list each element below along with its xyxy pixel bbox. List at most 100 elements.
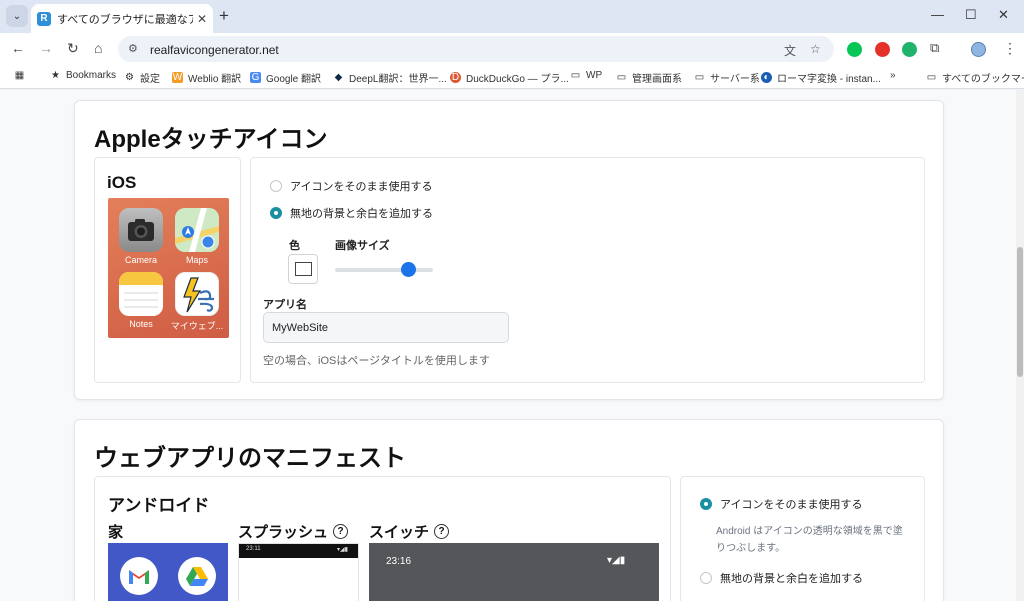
help-icon[interactable]: ? bbox=[333, 524, 349, 539]
home-label: 家 bbox=[108, 524, 124, 541]
android-preview-panel: アンドロイド 家 スプラッシュ? スイッチ? 23:11 ▾◢▮ 23:16 ▾… bbox=[94, 476, 671, 601]
apps-icon[interactable]: ▦ bbox=[14, 70, 30, 81]
radio-button-selected[interactable] bbox=[270, 207, 282, 219]
back-icon[interactable]: ← bbox=[11, 40, 25, 56]
color-picker[interactable] bbox=[288, 254, 318, 284]
address-bar[interactable]: ⚙ realfavicongenerator.net 文 ☆ bbox=[118, 36, 834, 62]
android-home-preview bbox=[108, 543, 228, 601]
extensions-icon[interactable]: ⧉ bbox=[930, 40, 939, 56]
radio-button[interactable] bbox=[700, 572, 712, 584]
color-swatch bbox=[295, 262, 312, 276]
android-settings-panel: アイコンをそのまま使用する Android はアイコンの透明な領域を黒で塗りつぶ… bbox=[680, 476, 925, 601]
minimize-icon[interactable]: — bbox=[931, 7, 944, 22]
url-text: realfavicongenerator.net bbox=[150, 43, 279, 57]
camera-app-icon bbox=[119, 208, 163, 252]
bookmark-item[interactable]: ★ Bookmarks bbox=[50, 70, 116, 81]
radio-button[interactable] bbox=[270, 180, 282, 192]
bookmark-item[interactable]: ⚙ 設定 bbox=[124, 70, 160, 85]
color-label: 色 bbox=[289, 240, 300, 252]
duckduckgo-icon: D bbox=[450, 72, 461, 83]
folder-icon: ▭ bbox=[570, 70, 581, 81]
android-splash-preview: 23:11 ▾◢▮ bbox=[238, 543, 359, 601]
bookmark-star-icon[interactable]: ☆ bbox=[810, 42, 821, 56]
gear-icon: ⚙ bbox=[125, 72, 134, 83]
maximize-icon[interactable]: ☐ bbox=[965, 7, 977, 23]
browser-toolbar: ← → ↻ ⌂ ⚙ realfavicongenerator.net 文 ☆ ⧉… bbox=[0, 33, 1024, 65]
app-name-input[interactable] bbox=[263, 312, 509, 343]
bookmark-folder[interactable]: ▭ サーバー系 bbox=[694, 70, 760, 85]
app-name-label: アプリ名 bbox=[263, 299, 307, 311]
app-label: マイウェブ... bbox=[170, 321, 224, 331]
all-bookmarks-folder[interactable]: ▭すべてのブックマーク bbox=[926, 70, 1024, 85]
bookmark-item[interactable]: W Weblio 翻訳 bbox=[172, 70, 241, 85]
site-info-icon[interactable]: ⚙ bbox=[128, 42, 138, 55]
folder-icon: ▭ bbox=[694, 72, 705, 83]
scrollbar-thumb[interactable] bbox=[1017, 247, 1023, 377]
profile-avatar[interactable] bbox=[971, 42, 986, 57]
bookmark-item[interactable]: ◐ ローマ字変換 - instan... bbox=[761, 70, 881, 85]
slider-handle[interactable] bbox=[401, 262, 416, 277]
ios-home-screen: Camera Maps Notes マイウェブ... bbox=[108, 198, 229, 338]
green-extension-icon[interactable] bbox=[902, 42, 917, 57]
option-keep-icon[interactable]: アイコンをそのまま使用する bbox=[700, 496, 862, 512]
status-time: 23:16 bbox=[386, 556, 412, 567]
bookmarks-bar: ▦ ★ Bookmarks ⚙ 設定 W Weblio 翻訳 G Google 翻訳 ◆… bbox=[0, 65, 1024, 89]
tab-search-button[interactable]: ⌄ bbox=[6, 5, 28, 27]
app-label: Notes bbox=[129, 319, 153, 329]
favicon-icon: R bbox=[37, 11, 51, 26]
help-icon[interactable]: ? bbox=[434, 524, 450, 539]
star-icon: ★ bbox=[51, 70, 60, 81]
status-icons: ▾◢▮ bbox=[607, 555, 626, 566]
section-title: Appleタッチアイコン bbox=[94, 126, 328, 153]
ios-title: iOS bbox=[107, 173, 137, 192]
page-scrollbar[interactable] bbox=[1016, 90, 1024, 601]
apple-settings-panel: アイコンをそのまま使用する 無地の背景と余白を追加する 色 画像サイズ アプリ名… bbox=[250, 157, 925, 383]
reload-icon[interactable]: ↻ bbox=[67, 40, 79, 57]
radio-button-selected[interactable] bbox=[700, 498, 712, 510]
folder-icon: ▭ bbox=[926, 72, 937, 83]
status-icons: ▾◢▮ bbox=[337, 547, 348, 553]
ios-preview-panel: iOS Camera Maps Notes マイウェブ... bbox=[94, 157, 241, 383]
bookmark-item[interactable]: G Google 翻訳 bbox=[250, 70, 321, 85]
menu-icon[interactable]: ⋮ bbox=[1003, 40, 1017, 57]
red-extension-icon[interactable] bbox=[875, 42, 890, 57]
google-translate-icon: G bbox=[250, 72, 261, 83]
status-time: 23:11 bbox=[246, 546, 261, 552]
deepl-icon: ◆ bbox=[334, 72, 343, 83]
image-size-label: 画像サイズ bbox=[335, 240, 390, 252]
line-extension-icon[interactable] bbox=[847, 42, 862, 57]
bookmark-folder[interactable]: ▭ 管理画面系 bbox=[616, 70, 682, 85]
bookmark-folder[interactable]: ▭ WP bbox=[570, 70, 602, 81]
notes-app-icon bbox=[119, 272, 163, 316]
option-keep-icon[interactable]: アイコンをそのまま使用する bbox=[270, 178, 432, 194]
active-tab[interactable]: R すべてのブラウザに最適なアイコンを... ✕ bbox=[31, 4, 213, 33]
home-icon[interactable]: ⌂ bbox=[94, 40, 102, 56]
bookmark-item[interactable]: ◆ DeepL翻訳：世界一... bbox=[333, 70, 447, 85]
tab-title: すべてのブラウザに最適なアイコンを... bbox=[57, 13, 193, 26]
keep-icon-note: Android はアイコンの透明な領域を黒で塗りつぶします。 bbox=[716, 526, 903, 554]
option-add-background[interactable]: 無地の背景と余白を追加する bbox=[700, 570, 863, 586]
app-label: Maps bbox=[185, 255, 208, 265]
close-window-icon[interactable]: ✕ bbox=[998, 7, 1009, 23]
section-title: ウェブアプリのマニフェスト bbox=[94, 445, 406, 472]
forward-icon[interactable]: → bbox=[39, 40, 53, 56]
image-size-slider[interactable] bbox=[335, 268, 433, 272]
close-tab-icon[interactable]: ✕ bbox=[197, 12, 207, 26]
web-manifest-card: ウェブアプリのマニフェスト アンドロイド 家 スプラッシュ? スイッチ? 23:… bbox=[74, 419, 944, 601]
new-tab-button[interactable]: + bbox=[219, 6, 229, 26]
page-content: Appleタッチアイコン iOS Camera Maps Notes マイウェブ… bbox=[0, 90, 1016, 601]
my-website-app-icon bbox=[175, 272, 219, 316]
tab-bar: ⌄ R すべてのブラウザに最適なアイコンを... ✕ + — ☐ ✕ bbox=[0, 0, 1024, 33]
switch-label: スイッチ? bbox=[369, 521, 450, 542]
option-add-background[interactable]: 無地の背景と余白を追加する bbox=[270, 205, 433, 221]
android-switch-preview: 23:16 ▾◢▮ bbox=[369, 543, 659, 601]
translate-icon[interactable]: 文 bbox=[784, 42, 796, 59]
google-drive-icon bbox=[178, 557, 216, 595]
more-bookmarks-icon[interactable]: » bbox=[890, 70, 896, 81]
gmail-app-icon bbox=[120, 557, 158, 595]
maps-app-icon bbox=[175, 208, 219, 252]
bookmark-item[interactable]: D DuckDuckGo — プラ... bbox=[450, 70, 569, 85]
weblio-icon: W bbox=[172, 72, 183, 83]
folder-icon: ▭ bbox=[616, 72, 627, 83]
apple-touch-icon-card: Appleタッチアイコン iOS Camera Maps Notes マイウェブ… bbox=[74, 100, 944, 400]
